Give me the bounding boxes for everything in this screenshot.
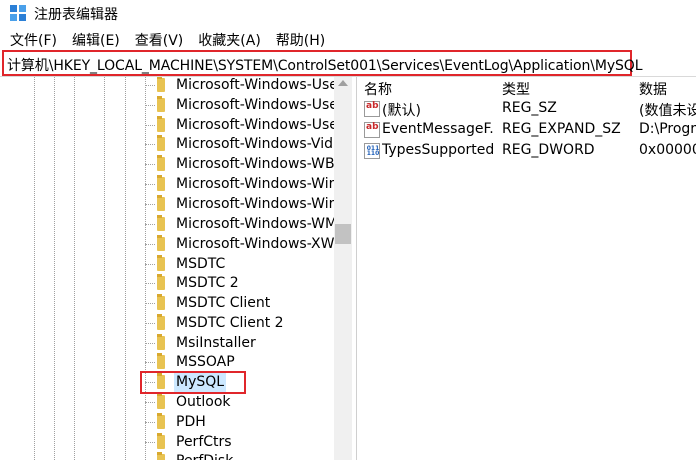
- tree-item[interactable]: MSDTC: [145, 254, 334, 274]
- tree-item[interactable]: Microsoft-Windows-XW: [145, 234, 334, 254]
- tree-item[interactable]: MsiInstaller: [145, 333, 334, 353]
- folder-icon: [157, 135, 165, 151]
- menu-view[interactable]: 查看(V): [125, 28, 189, 50]
- menu-favorites[interactable]: 收藏夹(A): [188, 28, 266, 50]
- value-row[interactable]: EventMessageF... REG_EXPAND_SZ D:\Progra: [358, 120, 696, 141]
- folder-icon: [157, 274, 165, 290]
- tree-item[interactable]: PerfCtrs: [145, 432, 334, 452]
- folder-icon: [157, 96, 165, 112]
- tree-item[interactable]: MSDTC Client: [145, 293, 334, 313]
- tree-item-label: MsiInstaller: [176, 335, 256, 351]
- tree-item-label: Microsoft-Windows-Wir: [176, 196, 334, 212]
- tree-item-label: Microsoft-Windows-Wir: [176, 176, 334, 192]
- value-type: REG_DWORD: [502, 142, 595, 158]
- tree-item[interactable]: Microsoft-Windows-Wir: [145, 174, 334, 194]
- value-row[interactable]: (默认) REG_SZ (数值未设: [358, 99, 696, 120]
- values-list[interactable]: 名称 类型 数据 (默认) REG_SZ (数值未设 EventMessageF…: [358, 77, 696, 460]
- value-row[interactable]: TypesSupported REG_DWORD 0x00000: [358, 141, 696, 162]
- tree-item[interactable]: Microsoft-Windows-WM: [145, 214, 334, 234]
- tree-item-label: Microsoft-Windows-Use: [176, 77, 334, 93]
- binary-value-icon: [364, 143, 380, 159]
- column-header-data[interactable]: 数据: [639, 79, 667, 99]
- pane-splitter[interactable]: [356, 77, 357, 460]
- tree-item[interactable]: MSDTC Client 2: [145, 313, 334, 333]
- tree-item[interactable]: PDH: [145, 412, 334, 432]
- registry-editor-icon: [10, 5, 26, 21]
- value-type: REG_EXPAND_SZ: [502, 121, 621, 137]
- folder-icon: [157, 175, 165, 191]
- value-name: TypesSupported: [382, 142, 494, 158]
- tree-item-label: Microsoft-Windows-WB: [176, 156, 334, 172]
- folder-icon: [157, 77, 165, 92]
- folder-icon: [157, 353, 165, 369]
- selection-highlight-box: [140, 371, 246, 394]
- tree-item[interactable]: MSSOAP: [145, 352, 334, 372]
- menu-bar: 文件(F) 编辑(E) 查看(V) 收藏夹(A) 帮助(H): [0, 28, 330, 50]
- tree-item[interactable]: MSDTC 2: [145, 273, 334, 293]
- string-value-icon: [364, 122, 380, 138]
- tree-item[interactable]: Microsoft-Windows-Use: [145, 95, 334, 115]
- folder-icon: [157, 235, 165, 251]
- scroll-thumb[interactable]: [335, 224, 351, 244]
- tree-guide-line: [54, 77, 55, 460]
- tree-item-label: Microsoft-Windows-Vid: [176, 136, 333, 152]
- folder-icon: [157, 195, 165, 211]
- scroll-up-arrow-icon[interactable]: [338, 80, 348, 86]
- tree-item[interactable]: Microsoft-Windows-Use: [145, 115, 334, 135]
- tree-item-label: Microsoft-Windows-WM: [176, 216, 334, 232]
- tree-item-label: Outlook: [176, 394, 231, 410]
- tree-item-label: MSDTC: [176, 256, 226, 272]
- folder-icon: [157, 334, 165, 350]
- tree-item-label: Microsoft-Windows-Use: [176, 117, 334, 133]
- folder-icon: [157, 255, 165, 271]
- window-title: 注册表编辑器: [34, 7, 118, 23]
- tree-item[interactable]: Microsoft-Windows-WB: [145, 154, 334, 174]
- folder-icon: [157, 433, 165, 449]
- folder-icon: [157, 393, 165, 409]
- key-tree[interactable]: Microsoft-Windows-Use Microsoft-Windows-…: [0, 77, 334, 460]
- tree-item-label: PerfDisk: [176, 451, 233, 460]
- address-bar[interactable]: 计算机\HKEY_LOCAL_MACHINE\SYSTEM\ControlSet…: [2, 50, 643, 76]
- folder-icon: [157, 314, 165, 330]
- value-name: (默认): [382, 103, 421, 119]
- value-name: EventMessageF...: [382, 121, 494, 137]
- menu-help[interactable]: 帮助(H): [266, 28, 330, 50]
- tree-item-label: Microsoft-Windows-Use: [176, 97, 334, 113]
- tree-item-label: MSDTC Client: [176, 295, 271, 311]
- column-header-name[interactable]: 名称: [364, 79, 392, 99]
- value-type: REG_SZ: [502, 100, 557, 116]
- value-data: 0x00000: [639, 142, 696, 158]
- tree-guide-line: [34, 77, 35, 460]
- tree-item-label: Microsoft-Windows-XW: [176, 236, 334, 252]
- tree-item-label: PerfCtrs: [176, 434, 232, 450]
- string-value-icon: [364, 101, 380, 117]
- address-path[interactable]: 计算机\HKEY_LOCAL_MACHINE\SYSTEM\ControlSet…: [7, 55, 643, 75]
- menu-edit[interactable]: 编辑(E): [62, 28, 125, 50]
- value-data: D:\Progra: [639, 121, 696, 137]
- folder-icon: [157, 215, 165, 231]
- tree-guide-line: [125, 77, 126, 460]
- tree-item[interactable]: Microsoft-Windows-Use: [145, 77, 334, 95]
- folder-icon: [157, 155, 165, 171]
- value-data: (数值未设: [639, 103, 696, 119]
- folder-icon: [157, 294, 165, 310]
- tree-scrollbar[interactable]: [334, 77, 352, 460]
- tree-item-label: MSDTC 2: [176, 275, 239, 291]
- menu-file[interactable]: 文件(F): [0, 28, 62, 50]
- title-bar: 注册表编辑器: [0, 0, 696, 26]
- folder-icon: [157, 413, 165, 429]
- folder-icon: [157, 116, 165, 132]
- tree-item[interactable]: Microsoft-Windows-Vid: [145, 134, 334, 154]
- tree-item[interactable]: Outlook: [145, 392, 334, 412]
- tree-item[interactable]: PerfDisk: [145, 451, 334, 460]
- tree-item-label: PDH: [176, 414, 206, 430]
- tree-guide-line: [104, 77, 105, 460]
- folder-icon: [157, 452, 165, 460]
- tree-item-label: MSDTC Client 2: [176, 315, 284, 331]
- column-header-type[interactable]: 类型: [502, 79, 530, 99]
- tree-item[interactable]: Microsoft-Windows-Wir: [145, 194, 334, 214]
- tree-guide-line: [74, 77, 75, 460]
- tree-item-label: MSSOAP: [176, 354, 235, 370]
